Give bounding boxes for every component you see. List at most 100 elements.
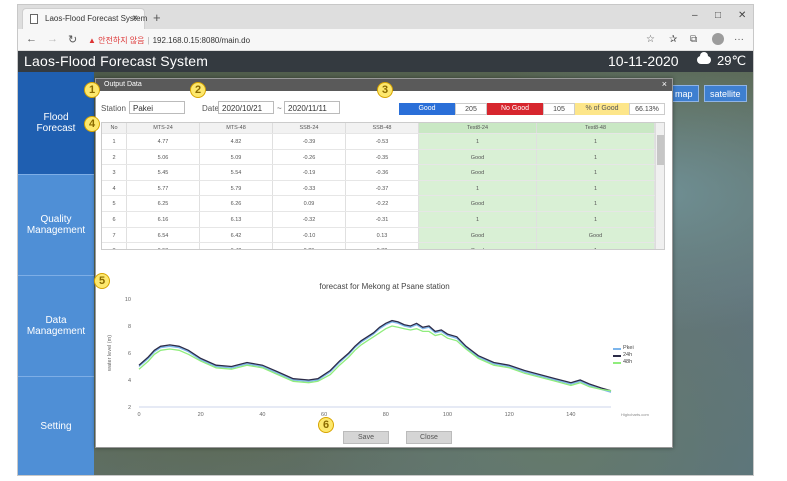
sidebar-item-data-management[interactable]: Data Management <box>18 276 94 377</box>
tab-close-icon[interactable]: × <box>132 13 138 24</box>
star-icon[interactable]: ☆ <box>646 34 655 45</box>
table-cell: 6.58 <box>127 243 200 249</box>
table-row[interactable]: 7 6.54 6.42 -0.10 0.13 Good Good <box>102 226 655 243</box>
series-line-24h <box>138 319 612 392</box>
maximize-icon[interactable]: □ <box>715 10 721 21</box>
cloud-icon <box>697 52 711 64</box>
nogood-label: No Good <box>487 103 543 115</box>
table-cell: 4.77 <box>127 134 200 149</box>
x-tick-label: 80 <box>383 412 389 418</box>
chart-legend: Pkei 24h 48h <box>613 345 634 366</box>
sidebar-item-flood-forecast[interactable]: Flood Forecast <box>18 72 94 175</box>
chart-credit[interactable]: Highcharts.com <box>621 412 649 417</box>
col-header: SSB-24 <box>273 123 346 133</box>
close-button[interactable]: Close <box>406 431 452 444</box>
table-cell: Good <box>419 243 537 249</box>
date-from-input[interactable]: 2020/10/21 <box>218 101 274 114</box>
url-text: 192.168.0.15:8080/main.do <box>152 36 251 45</box>
address-bar: ← → ↻ ▲ 안전하지 않음 | 192.168.0.15:8080/main.d… <box>18 29 753 51</box>
table-cell: 0.13 <box>346 227 419 243</box>
table-cell: Good <box>419 149 537 165</box>
url-field[interactable]: ▲ 안전하지 않음 | 192.168.0.15:8080/main.do <box>88 35 250 46</box>
y-tick-label: 8 <box>128 324 131 330</box>
reload-icon[interactable]: ↻ <box>68 33 77 46</box>
legend-label: Pkei <box>623 345 634 351</box>
table-cell: -0.31 <box>346 212 419 227</box>
dialog-close-icon[interactable]: × <box>662 79 667 89</box>
callout-3: 3 <box>377 82 393 98</box>
y-tick-label: 10 <box>125 297 131 303</box>
forward-icon[interactable]: → <box>47 33 58 45</box>
table-cell: 1 <box>537 180 655 196</box>
col-header: MTS-24 <box>127 123 200 133</box>
col-header: Test8-48 <box>537 123 655 133</box>
station-input[interactable]: Pakei <box>129 101 185 114</box>
table-row[interactable]: 1 4.77 4.82 -0.39 -0.53 1 1 <box>102 133 655 149</box>
col-header: MTS-48 <box>200 123 273 133</box>
col-header: No <box>102 123 127 133</box>
sidebar-item-setting[interactable]: Setting <box>18 377 94 475</box>
table-cell: 1 <box>537 149 655 165</box>
table-cell: 2 <box>102 149 127 165</box>
table-cell: 0.29 <box>273 243 346 249</box>
table-cell: 6.54 <box>127 227 200 243</box>
scroll-thumb[interactable] <box>657 135 664 165</box>
legend-label: 24h <box>623 352 633 358</box>
satellite-button[interactable]: satellite <box>704 85 747 102</box>
app-header: Laos-Flood Forecast System 10-11-2020 29… <box>18 51 753 72</box>
table-cell: -0.33 <box>273 180 346 196</box>
table-cell: 1 <box>537 196 655 212</box>
table-row[interactable]: 86.586.420.290.32Good1 <box>102 242 655 249</box>
table-cell: 5.77 <box>127 180 200 196</box>
table-cell: Good <box>419 165 537 181</box>
date-to-input[interactable]: 2020/11/11 <box>284 101 340 114</box>
table-cell: 5.54 <box>200 165 273 181</box>
table-scrollbar[interactable] <box>655 123 664 249</box>
x-tick-label: 40 <box>259 412 265 418</box>
callout-2: 2 <box>190 82 206 98</box>
table-cell: 4.82 <box>200 134 273 149</box>
chart-svg: 2468100 20 40 60 80 100 120 140water level (m) <box>107 297 612 418</box>
y-tick-label: 2 <box>128 405 131 411</box>
table-cell: -0.32 <box>273 212 346 227</box>
favorites-icon[interactable]: ✰ <box>669 34 677 45</box>
table-row[interactable]: 2 5.06 5.09 -0.26 -0.35 Good 1 <box>102 148 655 165</box>
sidebar-item-quality-management[interactable]: Quality Management <box>18 175 94 276</box>
collections-icon[interactable]: ⧉ <box>690 34 697 45</box>
legend-item-48h[interactable]: 48h <box>613 359 634 366</box>
legend-swatch <box>613 362 621 364</box>
table-cell: 0.32 <box>346 243 419 249</box>
back-icon[interactable]: ← <box>26 33 37 45</box>
table-row[interactable]: 4 5.77 5.79 -0.33 -0.37 1 1 <box>102 179 655 196</box>
table-row[interactable]: 6 6.16 6.13 -0.32 -0.31 1 1 <box>102 211 655 227</box>
series-line-pkei <box>138 321 612 393</box>
header-temperature: 29℃ <box>717 53 747 68</box>
col-header: Test8-24 <box>419 123 537 133</box>
new-tab-icon[interactable]: + <box>153 10 161 25</box>
x-tick-label: 140 <box>566 412 575 418</box>
save-button[interactable]: Save <box>343 431 389 444</box>
more-icon[interactable]: ··· <box>734 34 744 45</box>
table-cell: 6 <box>102 212 127 227</box>
tab-strip: Laos-Flood Forecast System × + – □ ✕ <box>18 5 753 29</box>
callout-6: 6 <box>318 417 334 433</box>
table-cell: 1 <box>537 165 655 181</box>
table-cell: -0.37 <box>346 180 419 196</box>
x-tick-label: 120 <box>505 412 514 418</box>
window-close-icon[interactable]: ✕ <box>738 10 746 21</box>
legend-item-pkei[interactable]: Pkei <box>613 345 634 352</box>
minimize-icon[interactable]: – <box>692 10 698 21</box>
table-cell: 1 <box>419 180 537 196</box>
profile-avatar[interactable] <box>712 33 724 45</box>
table-row[interactable]: 5 6.25 6.26 0.09 -0.22 Good 1 <box>102 195 655 212</box>
browser-tab[interactable]: Laos-Flood Forecast System × <box>22 8 147 29</box>
security-warning: ▲ 안전하지 않음 <box>88 36 145 45</box>
table-cell: 6.42 <box>200 227 273 243</box>
good-label: Good <box>399 103 455 115</box>
legend-item-24h[interactable]: 24h <box>613 352 634 359</box>
table-row[interactable]: 3 5.45 5.54 -0.19 -0.36 Good 1 <box>102 164 655 181</box>
table-cell: -0.36 <box>346 165 419 181</box>
page-icon <box>30 14 38 24</box>
map-button[interactable]: map <box>669 85 699 102</box>
table-cell: 1 <box>537 243 655 249</box>
